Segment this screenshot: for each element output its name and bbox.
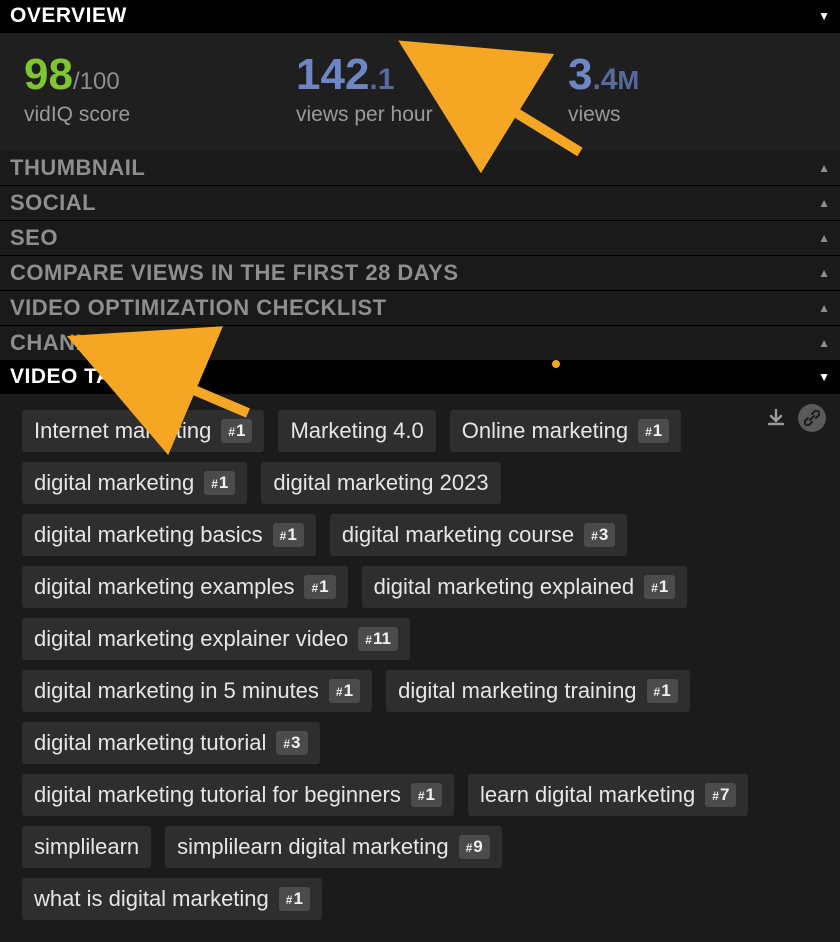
tag-rank-badge: #1 [273,523,304,547]
tag-rank-badge: #3 [276,731,307,755]
tag-text: Marketing 4.0 [290,418,423,444]
tag-text: digital marketing explainer video [34,626,348,652]
tag-chip[interactable]: digital marketing tutorial for beginners… [22,774,454,816]
tag-text: digital marketing 2023 [273,470,488,496]
tag-text: simplilearn digital marketing [177,834,448,860]
chevron-up-icon: ▲ [818,301,830,315]
tag-rank-badge: #7 [705,783,736,807]
tag-chip[interactable]: Internet marketing #1 [22,410,264,452]
tag-chip[interactable]: learn digital marketing #7 [468,774,748,816]
tag-rank-badge: #1 [279,887,310,911]
tag-text: digital marketing tutorial [34,730,266,756]
chevron-down-icon: ▼ [818,9,830,23]
social-title: SOCIAL [10,190,96,216]
tag-text: digital marketing examples [34,574,294,600]
tag-chip[interactable]: Marketing 4.0 [278,410,435,452]
tag-text: digital marketing basics [34,522,263,548]
tag-rank-badge: #1 [638,419,669,443]
tag-text: digital marketing tutorial for beginners [34,782,401,808]
vph-main: 142 [296,50,369,99]
stat-views: 3.4M views [568,53,816,127]
score-label: vidIQ score [24,103,272,127]
tag-chip[interactable]: digital marketing explainer video #11 [22,618,410,660]
tag-chip[interactable]: digital marketing training #1 [386,670,690,712]
tag-rank-badge: #3 [584,523,615,547]
checklist-title: VIDEO OPTIMIZATION CHECKLIST [10,295,387,321]
tag-text: digital marketing course [342,522,574,548]
views-sub: .4 [592,63,617,96]
tag-text: digital marketing explained [374,574,635,600]
overview-body: 98/100 vidIQ score 142.1 views per hour … [0,33,840,151]
tag-chip[interactable]: digital marketing examples #1 [22,566,348,608]
link-icon[interactable] [798,404,826,432]
tag-rank-badge: #1 [644,575,675,599]
compare-title: COMPARE VIEWS IN THE FIRST 28 DAYS [10,260,459,286]
views-main: 3 [568,50,592,99]
channel-title: CHANNEL [10,330,121,356]
tag-chip[interactable]: digital marketing #1 [22,462,247,504]
tag-text: learn digital marketing [480,782,695,808]
vph-sub: .1 [369,63,394,96]
tag-chip[interactable]: Online marketing #1 [450,410,681,452]
chevron-down-icon: ▼ [818,370,830,384]
chevron-up-icon: ▲ [818,161,830,175]
tag-chip[interactable]: digital marketing tutorial #3 [22,722,320,764]
thumbnail-header[interactable]: THUMBNAIL ▲ [0,151,840,186]
gauge-icon [430,57,510,108]
tag-chip[interactable]: digital marketing course #3 [330,514,628,556]
tag-text: digital marketing training [398,678,636,704]
checklist-header[interactable]: VIDEO OPTIMIZATION CHECKLIST ▲ [0,291,840,326]
videotags-body: Internet marketing #1 Marketing 4.0 Online … [0,394,840,942]
score-value: 98 [24,50,73,99]
tag-rank-badge: #1 [221,419,252,443]
seo-title: SEO [10,225,58,251]
social-header[interactable]: SOCIAL ▲ [0,186,840,221]
views-unit: M [618,65,640,95]
tag-chip[interactable]: digital marketing 2023 [261,462,500,504]
channel-header[interactable]: CHANNEL ▲ [0,326,840,361]
tag-rank-badge: #1 [411,783,442,807]
tag-rank-badge: #1 [204,471,235,495]
download-icon[interactable] [762,404,790,432]
chevron-up-icon: ▲ [818,231,830,245]
tag-rank-badge: #1 [329,679,360,703]
compare-header[interactable]: COMPARE VIEWS IN THE FIRST 28 DAYS ▲ [0,256,840,291]
overview-title: OVERVIEW [10,4,127,28]
tag-chip[interactable]: digital marketing in 5 minutes #1 [22,670,372,712]
tag-text: Internet marketing [34,418,211,444]
tag-text: Online marketing [462,418,628,444]
tag-chip[interactable]: simplilearn digital marketing #9 [165,826,502,868]
chevron-up-icon: ▲ [818,336,830,350]
overview-header[interactable]: OVERVIEW ▼ [0,0,840,33]
tag-chip[interactable]: digital marketing basics #1 [22,514,316,556]
chevron-up-icon: ▲ [818,196,830,210]
tags-list: Internet marketing #1 Marketing 4.0 Online … [22,410,818,920]
stat-vidiq-score: 98/100 vidIQ score [24,53,272,127]
tag-rank-badge: #1 [304,575,335,599]
seo-header[interactable]: SEO ▲ [0,221,840,256]
tag-text: digital marketing in 5 minutes [34,678,319,704]
tag-chip[interactable]: what is digital marketing #1 [22,878,322,920]
tag-rank-badge: #11 [358,627,398,651]
tag-text: what is digital marketing [34,886,269,912]
score-outof: /100 [73,68,120,95]
videotags-header[interactable]: VIDEO TAGS ▼ [0,361,840,394]
tag-chip[interactable]: simplilearn [22,826,151,868]
tag-text: simplilearn [34,834,139,860]
chevron-up-icon: ▲ [818,266,830,280]
videotags-title: VIDEO TAGS [10,365,143,389]
views-label: views [568,103,816,127]
tag-chip[interactable]: digital marketing explained #1 [362,566,688,608]
tag-rank-badge: #9 [459,835,490,859]
tag-rank-badge: #1 [647,679,678,703]
thumbnail-title: THUMBNAIL [10,155,145,181]
tag-text: digital marketing [34,470,194,496]
